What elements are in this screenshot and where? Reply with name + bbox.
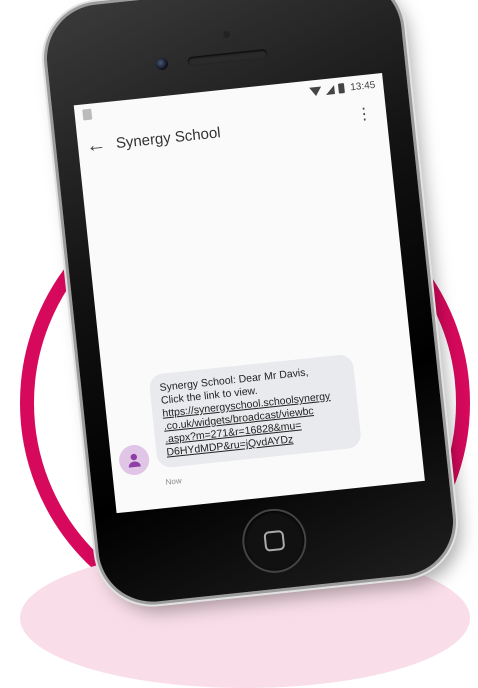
message-timestamp: Now (165, 476, 183, 487)
more-vert-icon[interactable]: ⋮ (355, 105, 373, 124)
phone-screen: 13:45 ← Synergy School ⋮ Synergy School:… (73, 73, 425, 514)
status-time: 13:45 (349, 79, 376, 93)
contact-name: Synergy School (115, 123, 222, 152)
signal-icon (325, 84, 335, 95)
status-icons (309, 83, 345, 97)
message-area: Synergy School: Dear Mr Davis, Click the… (103, 347, 411, 487)
notification-icon (82, 108, 93, 121)
battery-icon (337, 83, 345, 94)
phone: 13:45 ← Synergy School ⋮ Synergy School:… (41, 0, 459, 607)
message-bubble[interactable]: Synergy School: Dear Mr Davis, Click the… (148, 353, 363, 469)
back-arrow-icon[interactable]: ← (85, 132, 117, 158)
person-icon (128, 453, 141, 468)
wifi-icon (309, 85, 322, 97)
home-icon (263, 529, 286, 552)
avatar[interactable] (117, 443, 151, 477)
